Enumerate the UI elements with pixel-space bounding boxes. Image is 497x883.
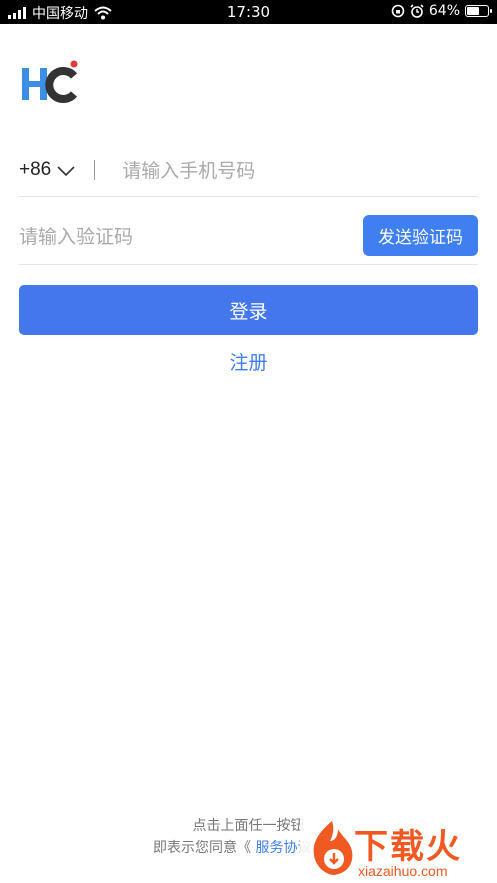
flame-logo-icon bbox=[313, 821, 353, 875]
verification-code-input[interactable]: 请输入验证码 bbox=[19, 222, 133, 249]
divider bbox=[94, 159, 96, 180]
alarm-icon bbox=[410, 4, 424, 18]
watermark-title: 下载火 bbox=[354, 827, 462, 867]
login-button[interactable]: 登录 bbox=[19, 285, 478, 335]
send-code-button[interactable]: 发送验证码 bbox=[363, 215, 478, 256]
status-right: 64% bbox=[391, 3, 492, 19]
register-link[interactable]: 注册 bbox=[0, 348, 497, 375]
battery-percent: 64% bbox=[428, 3, 460, 19]
watermark: 下载火 xiazaihuo.com bbox=[300, 815, 497, 883]
phone-row: +86 请输入手机号码 bbox=[19, 143, 478, 197]
agreement-prefix: 即表示您同意《 bbox=[153, 840, 252, 856]
battery-icon bbox=[465, 5, 492, 17]
watermark-subtitle: xiazaihuo.com bbox=[358, 863, 448, 879]
phone-input[interactable]: 请输入手机号码 bbox=[122, 156, 255, 183]
rotation-lock-icon bbox=[391, 4, 405, 18]
country-code-selector[interactable]: +86 bbox=[19, 159, 51, 181]
chevron-down-icon[interactable] bbox=[57, 165, 75, 176]
status-bar: 中国移动 17:30 64% bbox=[0, 0, 497, 24]
verification-row: 请输入验证码 发送验证码 bbox=[19, 207, 478, 265]
app-logo bbox=[20, 60, 82, 108]
